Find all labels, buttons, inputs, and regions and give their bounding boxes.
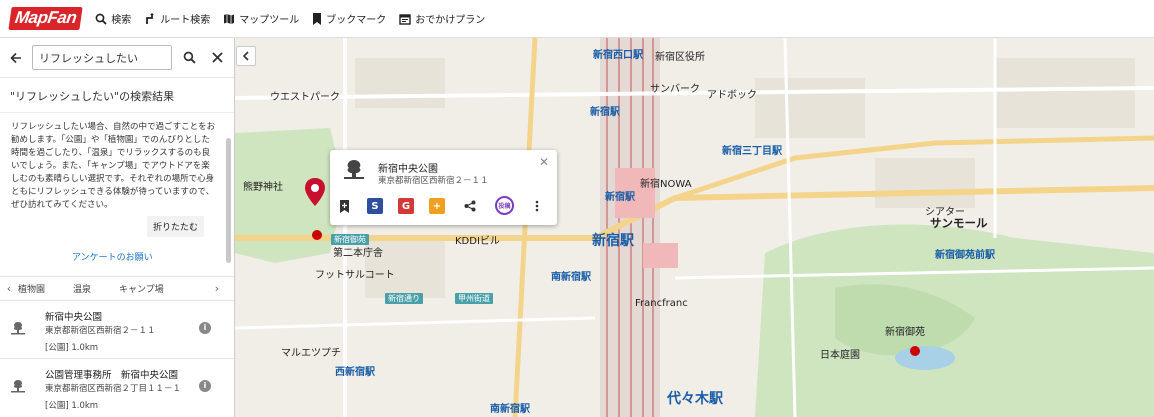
map-label-poi: 熊野神社	[243, 182, 283, 193]
map-label-poi: Francfranc	[635, 298, 688, 309]
search-row	[0, 38, 234, 78]
clear-button[interactable]	[206, 47, 228, 69]
map-icon	[224, 13, 235, 24]
share-icon	[464, 200, 476, 212]
search-input[interactable]	[32, 45, 172, 70]
back-button[interactable]	[6, 48, 26, 68]
results-title: "リフレッシュしたい"の検索結果	[0, 78, 234, 113]
popup-place-address: 東京都新宿区西新宿２－１１	[378, 176, 489, 186]
share-button[interactable]	[462, 198, 478, 214]
park-icon	[11, 380, 25, 393]
map-label-poi: マルエツプチ	[281, 348, 341, 359]
map-label-poi: 新宿NOWA	[640, 179, 692, 190]
add-plan-button[interactable]: +	[429, 198, 445, 214]
category-tabs: ‹ 植物園 温泉 キャンプ場 ›	[0, 276, 234, 300]
sidebar-scrollbar[interactable]	[226, 138, 231, 263]
chevron-left-icon[interactable]: ‹	[0, 282, 18, 295]
nav-bookmark[interactable]: ブックマーク	[312, 11, 386, 26]
map-label-station: 西新宿駅	[335, 367, 375, 378]
collapse-sidebar-button[interactable]	[236, 46, 256, 66]
map-label-station-yoyogi: 代々木駅	[667, 391, 723, 407]
popup-close-button[interactable]: ✕	[539, 155, 549, 169]
bookmark-add-button[interactable]	[336, 198, 352, 214]
result-name: 新宿中央公園	[45, 312, 103, 323]
s-service-button[interactable]: S	[367, 198, 383, 214]
place-popup: 新宿中央公園 東京都新宿区西新宿２－１１ ✕ S G + 投稿	[330, 150, 557, 225]
map-label-poi: アドボック	[707, 90, 757, 101]
map-tag: 新宿御苑	[331, 234, 369, 245]
more-vertical-icon	[535, 200, 539, 212]
map-label-station: 新宿駅	[605, 192, 635, 203]
nav-map-tool[interactable]: マップツール	[223, 11, 299, 26]
result-distance: [公園] 1.0km	[45, 343, 99, 353]
search-button[interactable]	[178, 47, 200, 69]
main-nav: 検索 ルート検索 マップツール ブックマーク おでかけプラン	[95, 11, 498, 26]
map-label-poi: サンモール	[930, 216, 988, 230]
map-label-station: 南新宿駅	[551, 272, 591, 283]
category-hot-spring[interactable]: 温泉	[73, 282, 91, 295]
nav-outing-plan[interactable]: おでかけプラン	[399, 11, 485, 26]
result-distance: [公園] 1.0km	[45, 401, 99, 411]
map-label-station-main: 新宿駅	[592, 233, 634, 249]
info-icon[interactable]: i	[199, 380, 211, 392]
search-sidebar: "リフレッシュしたい"の検索結果 リフレッシュしたい場合、自然の中で過ごすことを…	[0, 38, 235, 417]
map-label-station: 南新宿駅	[490, 404, 530, 415]
park-icon	[11, 322, 25, 335]
bookmark-icon	[339, 199, 349, 213]
map-label-poi: 第二本庁舎	[333, 248, 383, 259]
ai-description: リフレッシュしたい場合、自然の中で過ごすことをお勧めします。「公園」や「植物園」…	[11, 122, 216, 210]
nav-search[interactable]: 検索	[95, 11, 131, 26]
map-label-poi: 日本庭園	[820, 350, 860, 361]
g-service-button[interactable]: G	[398, 198, 414, 214]
result-name: 公園管理事務所 新宿中央公園	[45, 370, 179, 381]
map-label-poi: KDDIビル	[455, 236, 500, 247]
category-campsite[interactable]: キャンプ場	[119, 282, 164, 295]
map-label-station: 新宿駅	[590, 107, 620, 118]
post-button[interactable]: 投稿	[495, 196, 514, 215]
nav-route-search[interactable]: ルート検索	[144, 11, 210, 26]
search-icon	[95, 13, 107, 25]
result-item[interactable]: 新宿中央公園 東京都新宿区西新宿２－１１ [公園] 1.0km i	[0, 300, 234, 358]
result-item[interactable]: 公園管理事務所 新宿中央公園 東京都新宿区西新宿２丁目１１－１ [公園] 1.0…	[0, 358, 234, 417]
bookmark-icon	[313, 12, 322, 25]
plan-icon	[399, 13, 411, 25]
result-address: 東京都新宿区西新宿２－１１	[45, 326, 156, 336]
map-label-poi: フットサルコート	[315, 270, 395, 281]
search-icon	[183, 51, 196, 64]
map-label-station: 新宿西口駅	[593, 50, 643, 61]
mapfan-logo[interactable]: MapFan	[8, 7, 83, 30]
survey-link[interactable]: アンケートのお願い	[72, 250, 153, 263]
chevron-right-icon[interactable]: ›	[208, 282, 226, 295]
map-label-ward-office: 新宿区役所	[655, 52, 705, 63]
close-icon	[211, 52, 223, 63]
map-label-poi: サンバーク	[650, 84, 700, 95]
more-button[interactable]	[529, 198, 545, 214]
collapse-button[interactable]: 折りたたむ	[147, 216, 205, 237]
map-label-station: 新宿三丁目駅	[722, 146, 782, 157]
popup-place-name: 新宿中央公園	[378, 164, 438, 175]
map-tag: 新宿通り	[385, 293, 423, 304]
result-address: 東京都新宿区西新宿２丁目１１－１	[45, 384, 182, 394]
top-header: MapFan 検索 ルート検索 マップツール ブックマーク おでかけプラン	[0, 0, 1154, 38]
map-canvas[interactable]: 新宿西口駅 新宿駅 新宿区役所 サンバーク アドボック 新宿三丁目駅 新宿NOW…	[235, 38, 1154, 417]
info-icon[interactable]: i	[199, 322, 211, 334]
map-label-park: 新宿御苑	[885, 327, 925, 338]
map-pin-icon[interactable]	[305, 178, 325, 206]
map-label-poi: ウエストパーク	[270, 92, 340, 103]
chevron-left-icon	[242, 51, 249, 61]
map-tag: 甲州街道	[455, 293, 493, 304]
map-label-station: 新宿御苑前駅	[935, 250, 995, 261]
park-icon	[344, 160, 364, 179]
category-botanical-garden[interactable]: 植物園	[18, 282, 45, 295]
route-icon	[146, 12, 155, 24]
arrow-left-icon	[10, 52, 21, 63]
